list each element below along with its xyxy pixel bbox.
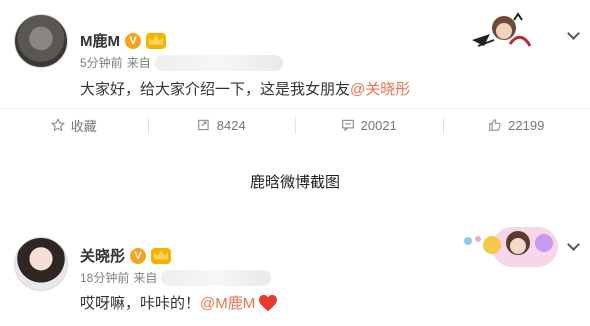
comment-count: 20021 [360,117,397,133]
card-sticker-icon [464,227,558,267]
vip-crown-icon [146,32,166,49]
post-time[interactable]: 18分钟前 [80,269,129,286]
heart-icon [259,294,278,311]
comment-icon [341,119,354,132]
favorite-label: 收藏 [70,118,97,134]
comment-button[interactable]: 20021 [295,109,443,141]
post-source-label: 来自 [133,271,158,285]
like-button[interactable]: 22199 [442,109,590,141]
chevron-down-icon[interactable] [566,239,580,253]
repost-icon [198,119,209,131]
post-header: M鹿M V [80,30,166,51]
weibo-post-luhan: M鹿M V 5分钟前 来自 大家好，给大家介绍一下，这是我女朋友@关晓彤 [0,0,590,108]
mention-link[interactable]: @关晓彤 [350,81,410,98]
post-body: 大家好，给大家介绍一下，这是我女朋友 [80,81,351,98]
post-body: 哎呀嘛，咔咔的！ [80,295,201,312]
verified-icon: V [125,32,141,49]
post-meta: 18分钟前 来自 [80,269,272,286]
post-time[interactable]: 5分钟前 [80,54,123,71]
user-name[interactable]: 关晓彤 [80,245,125,266]
favorite-button[interactable]: 收藏 [0,109,148,141]
post-action-bar: 收藏 8424 20021 22199 [0,108,590,141]
post-header: 关晓彤 V [80,245,172,266]
like-count: 22199 [508,117,545,133]
post-text: 哎呀嘛，咔咔的！ @M鹿M [80,292,278,313]
weibo-post-guanxiaotong: 关晓彤 V 18分钟前 来自 哎呀嘛，咔咔的！ @M鹿M [0,225,590,326]
repost-button[interactable]: 8424 [147,109,296,141]
source-redacted [161,269,272,286]
thumbs-up-icon [489,119,501,131]
caption: 鹿晗微博截图 [249,174,340,191]
post-source-label: 来自 [126,56,151,70]
vip-crown-icon [151,247,172,264]
avatar[interactable] [14,14,68,68]
mention-link[interactable]: @M鹿M [200,292,255,313]
star-icon [50,118,65,132]
chevron-down-icon[interactable] [566,28,580,42]
source-redacted [154,54,283,71]
avatar[interactable] [14,237,68,291]
repost-count: 8424 [216,117,246,133]
post-text: 大家好，给大家介绍一下，这是我女朋友@关晓彤 [80,78,410,99]
verified-icon: V [130,247,147,264]
post-meta: 5分钟前 来自 [80,54,283,71]
user-name[interactable]: M鹿M [80,30,120,51]
card-sticker-icon [472,12,532,47]
